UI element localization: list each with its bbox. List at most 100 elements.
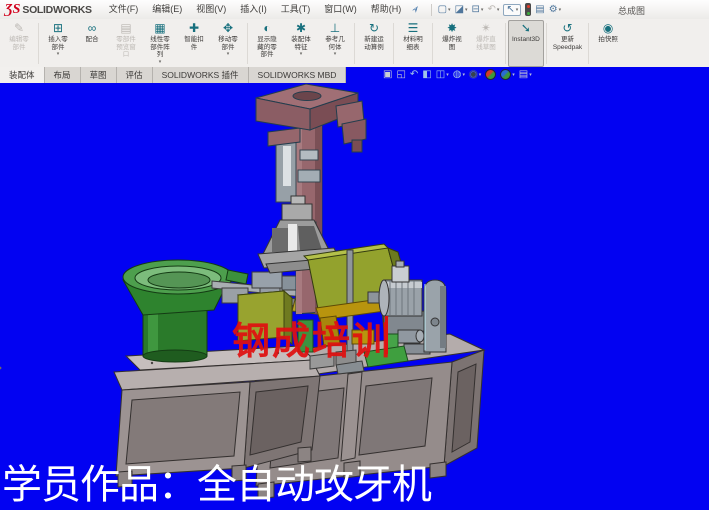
motion-study-icon: ↻ — [369, 22, 379, 36]
chevron-down-icon[interactable]: ▾ — [334, 51, 337, 57]
toolbar-assembly-features[interactable]: ✱ 装配体 特征 ▾ — [284, 20, 318, 67]
chevron-down-icon[interactable]: ▾ — [448, 7, 451, 13]
save-button[interactable]: ◪ ▾ — [455, 5, 468, 15]
chevron-down-icon[interactable]: ▾ — [57, 51, 60, 57]
toolbar-show-hidden-components[interactable]: ◐ 显示隐 藏的零 部件 — [250, 20, 284, 67]
menu-insert[interactable]: 插入(I) — [233, 0, 274, 19]
display-style-button[interactable]: ◍ ▾ — [453, 69, 465, 80]
mate-icon: ∞ — [88, 22, 97, 36]
previous-view-button[interactable]: ↶ — [410, 69, 418, 80]
solidworks-logo: ƷS SOLIDWORKS — [0, 2, 102, 18]
gear-icon: ⚙ — [549, 5, 558, 15]
toolbar-component-preview-window[interactable]: ▤ 零部件 预览窗 口 — [109, 20, 143, 67]
move-component-icon: ✥ — [223, 22, 233, 36]
select-tool-button[interactable]: ↖ ▾ — [503, 4, 521, 16]
snapshot-camera-icon: ◉ — [603, 22, 613, 36]
document-title: 总成图 — [618, 4, 645, 17]
chevron-down-icon[interactable]: ▾ — [516, 7, 519, 13]
reference-geometry-icon: ⊥ — [330, 22, 340, 36]
menu-edit[interactable]: 编辑(E) — [145, 0, 189, 19]
update-speedpak-icon: ↺ — [562, 22, 572, 36]
new-document-button[interactable]: ▢ ▾ — [438, 5, 451, 15]
undo-button[interactable]: ↶ ▾ — [487, 5, 499, 15]
menu-help[interactable]: 帮助(H) — [364, 0, 409, 19]
tab-layout[interactable]: 布局 — [45, 67, 81, 83]
view-orientation-button[interactable]: ◫ ▾ — [436, 69, 449, 80]
smart-fasteners-icon: ✚ — [189, 22, 199, 36]
toolbar-insert-component[interactable]: ⊞ 插入零 部件 ▾ — [41, 20, 75, 67]
tab-sketch[interactable]: 草图 — [81, 67, 117, 83]
bowl-feeder[interactable] — [123, 260, 248, 362]
toolbar-separator — [393, 23, 394, 64]
toolbar-reference-geometry[interactable]: ⊥ 参考几 何体 ▾ — [318, 20, 352, 67]
side-plate[interactable] — [424, 280, 446, 352]
tab-solidworks-mbd[interactable]: SOLIDWORKS MBD — [249, 67, 347, 83]
toolbar-edit-component[interactable]: ✎ 编辑零 部件 — [2, 20, 36, 67]
tab-evaluate[interactable]: 评估 — [117, 67, 153, 83]
rebuild-traffic-light-icon — [525, 3, 531, 16]
training-watermark: 钢成培训 — [232, 310, 392, 365]
assembly-features-icon: ✱ — [296, 22, 306, 36]
tab-solidworks-addins[interactable]: SOLIDWORKS 插件 — [153, 67, 249, 83]
toolbar-separator — [431, 4, 432, 16]
new-document-icon: ▢ — [438, 5, 447, 15]
solidworks-window: ƷS SOLIDWORKS 文件(F) 编辑(E) 视图(V) 插入(I) 工具… — [0, 0, 709, 510]
menu-window[interactable]: 窗口(W) — [317, 0, 364, 19]
toolbar-separator — [588, 23, 589, 64]
chevron-down-icon[interactable]: ▾ — [465, 7, 468, 13]
tab-assembly[interactable]: 装配体 — [0, 67, 45, 83]
toolbar-new-motion-study[interactable]: ↻ 新建运 动算例 — [357, 20, 391, 67]
toolbar-separator — [546, 23, 547, 64]
instant3d-icon: ➘ — [521, 22, 531, 36]
zoom-fit-button[interactable]: ▣ — [383, 69, 392, 80]
toolbar-update-speedpak[interactable]: ↺ 更新 Speedpak — [549, 20, 586, 67]
bom-table-icon: ☰ — [408, 22, 419, 36]
undo-icon: ↶ — [487, 5, 495, 15]
chevron-down-icon[interactable]: ▾ — [481, 7, 484, 13]
menu-bar: ƷS SOLIDWORKS 文件(F) 编辑(E) 视图(V) 插入(I) 工具… — [0, 0, 709, 20]
linear-pattern-icon: ▦ — [154, 22, 165, 36]
toolbar-exploded-view[interactable]: ✸ 爆炸视 图 — [435, 20, 469, 67]
chevron-down-icon[interactable]: ▾ — [159, 59, 162, 65]
view-orientation-cube-icon: ◫ — [436, 69, 445, 80]
chevron-down-icon[interactable]: ▾ — [462, 72, 465, 78]
edit-appearance-button[interactable] — [485, 69, 496, 80]
chevron-down-icon[interactable]: ▾ — [559, 7, 562, 13]
options-button[interactable]: ⚙ ▾ — [549, 5, 561, 15]
chevron-down-icon[interactable]: ▾ — [529, 72, 532, 78]
menu-view[interactable]: 视图(V) — [189, 0, 233, 19]
solidworks-logo-text: SOLIDWORKS — [22, 4, 91, 16]
chevron-down-icon[interactable]: ▾ — [512, 72, 515, 78]
print-button[interactable]: ⊟ ▾ — [472, 5, 484, 15]
solidworks-logo-icon: ƷS — [5, 2, 20, 18]
zoom-area-button[interactable]: ◱ — [396, 69, 405, 80]
explode-line-sketch-icon: ✴ — [481, 22, 491, 36]
apply-scene-button[interactable]: ▾ — [500, 69, 515, 80]
section-view-icon: ◧ — [422, 69, 431, 80]
toolbar-take-snapshot[interactable]: ◉ 拍快照 — [591, 20, 625, 67]
toolbar-mate[interactable]: ∞ 配合 — [75, 20, 109, 67]
chevron-down-icon[interactable]: ▾ — [479, 72, 482, 78]
select-arrow-icon: ↖ — [506, 5, 514, 15]
view-settings-icon: ▤ — [519, 69, 528, 80]
chevron-down-icon[interactable]: ▾ — [497, 7, 500, 13]
graphics-viewport[interactable]: ▣ ◱ ↶ ◧ ◫ ▾ ◍ ▾ ◉ ▾ — [0, 67, 709, 510]
toolbar-move-component[interactable]: ✥ 移动零 部件 ▾ — [211, 20, 245, 67]
toolbar-instant3d[interactable]: ➘ Instant3D — [508, 20, 544, 67]
toolbar-bill-of-materials[interactable]: ☰ 材料明 细表 — [396, 20, 430, 67]
hide-show-items-button[interactable]: ◉ ▾ — [469, 69, 481, 80]
section-view-button[interactable]: ◧ — [422, 69, 431, 80]
menu-file[interactable]: 文件(F) — [102, 0, 146, 19]
chevron-down-icon[interactable]: ▾ — [300, 51, 303, 57]
chevron-down-icon[interactable]: ▾ — [446, 72, 449, 78]
toolbar-smart-fasteners[interactable]: ✚ 智能扣 件 — [177, 20, 211, 67]
pin-menu-icon[interactable]: ➢ — [409, 3, 423, 16]
menu-tools[interactable]: 工具(T) — [274, 0, 318, 19]
toolbar-linear-component-pattern[interactable]: ▦ 线性零 部件阵 列 ▾ — [143, 20, 177, 67]
view-settings-button[interactable]: ▤ ▾ — [519, 69, 532, 80]
toolbar-separator — [247, 23, 248, 64]
bill-of-materials-button[interactable]: ▤ — [535, 5, 544, 15]
rebuild-button[interactable] — [525, 3, 531, 16]
toolbar-explode-line-sketch[interactable]: ✴ 爆炸直 线草图 — [469, 20, 503, 67]
chevron-down-icon[interactable]: ▾ — [227, 51, 230, 57]
